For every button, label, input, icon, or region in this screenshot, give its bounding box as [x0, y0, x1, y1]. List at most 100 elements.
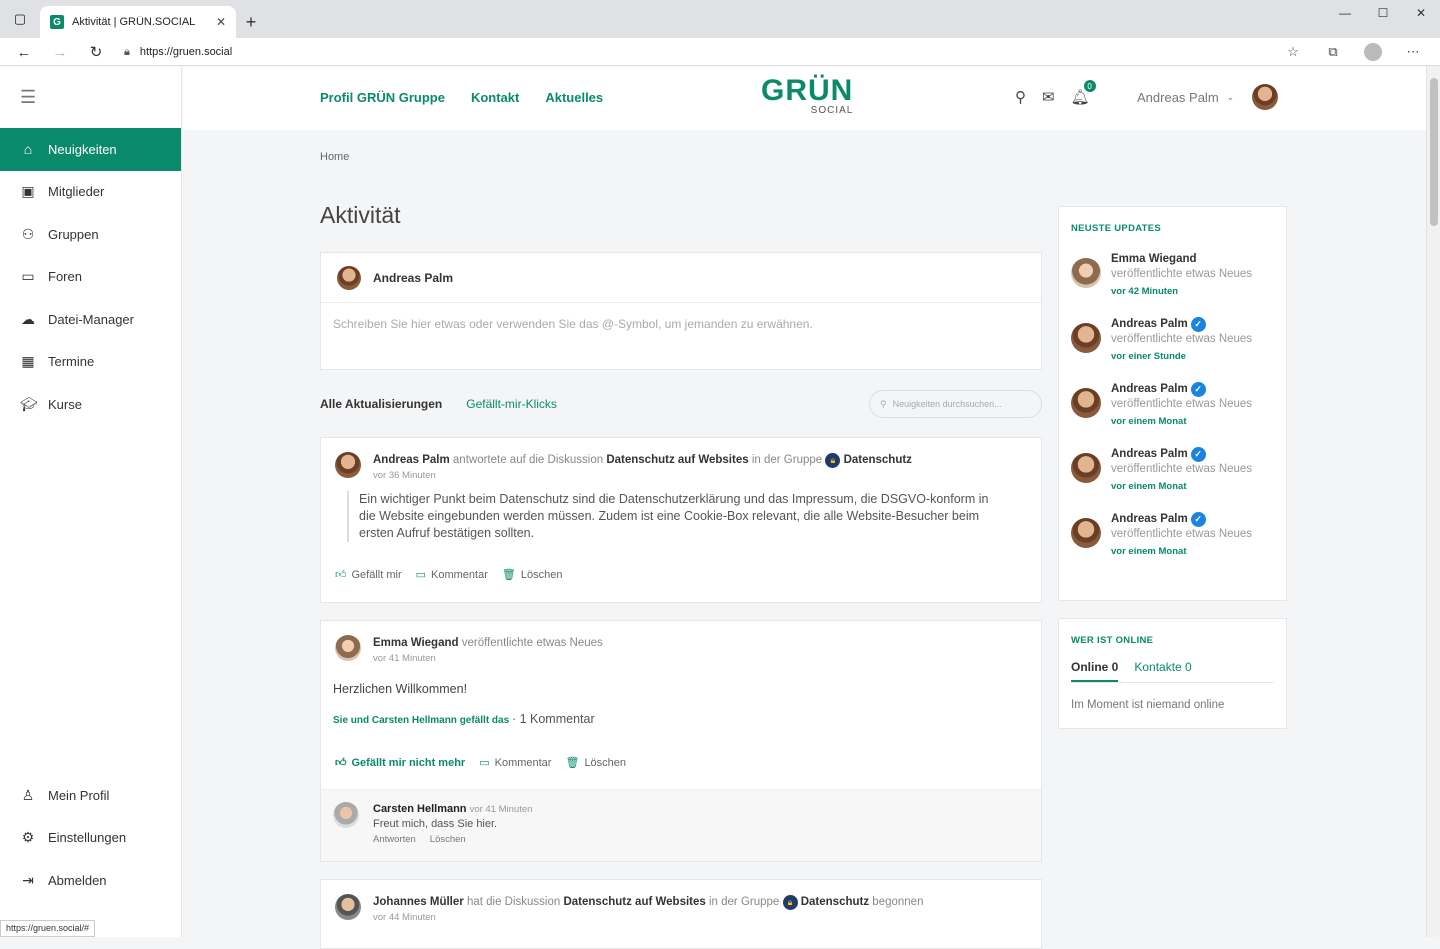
forward-icon[interactable]: →	[44, 39, 76, 65]
update-action: veröffentlichte etwas Neues	[1111, 398, 1253, 410]
sidebar-item-mitglieder[interactable]: ▣ Mitglieder	[0, 171, 181, 214]
update-time[interactable]: vor einem Monat	[1111, 479, 1252, 494]
collections-icon[interactable]: ⧉	[1314, 39, 1352, 65]
more-icon[interactable]: ⋯	[1394, 39, 1432, 65]
inbox-icon[interactable]: ✉	[1042, 88, 1055, 106]
post-header: Emma Wiegand veröffentlichte etwas Neues…	[321, 621, 1041, 664]
breadcrumb[interactable]: Home	[320, 151, 349, 163]
comment-button[interactable]: ▭ Kommentar	[479, 756, 551, 770]
update-name[interactable]: Andreas Palm ✓	[1111, 382, 1252, 397]
post-in-group: in der Gruppe	[751, 454, 823, 466]
comment-time: vor 41 Minuten	[469, 804, 533, 815]
tab-all-updates[interactable]: Alle Aktualisierungen	[320, 397, 442, 411]
update-name[interactable]: Andreas Palm ✓	[1111, 447, 1252, 462]
avatar	[1252, 84, 1279, 110]
update-name[interactable]: Andreas Palm ✓	[1111, 317, 1252, 332]
sidebar-item-kurse[interactable]: 🎓︎ Kurse	[0, 383, 181, 426]
avatar[interactable]	[1071, 388, 1101, 418]
site-logo[interactable]: GRÜN SOCIAL	[761, 76, 853, 117]
search-input[interactable]: ⚲ Neuigkeiten durchsuchen...	[869, 390, 1042, 418]
avatar[interactable]	[1071, 518, 1101, 548]
maximize-icon[interactable]: ☐	[1364, 0, 1402, 26]
bell-icon[interactable]: 🔔︎ 0	[1071, 80, 1096, 106]
comment-content: Carsten Hellmann vor 41 Minuten Freut mi…	[373, 802, 532, 861]
update-name[interactable]: Emma Wiegand	[1111, 252, 1252, 267]
unlike-button[interactable]: 👍︎ Gefällt mir nicht mehr	[335, 756, 465, 770]
scrollbar-thumb[interactable]	[1430, 78, 1438, 226]
update-name[interactable]: Andreas Palm ✓	[1111, 512, 1252, 527]
user-icon: ♙	[21, 786, 35, 803]
comment-text: Freut mich, dass Sie hier.	[373, 818, 498, 830]
comment-delete-button[interactable]: Löschen	[430, 832, 466, 847]
favorites-icon[interactable]: ☆	[1274, 39, 1312, 65]
profile-icon[interactable]	[1354, 39, 1392, 65]
new-tab-icon[interactable]: +	[236, 6, 266, 38]
post-topic[interactable]: Datenschutz auf Websites	[563, 896, 705, 908]
comment-button[interactable]: ▭ Kommentar	[416, 568, 488, 582]
sidebar-item-label: Mitglieder	[48, 184, 105, 200]
post-author[interactable]: Johannes Müller	[373, 896, 464, 908]
reply-button[interactable]: Antworten	[373, 832, 416, 847]
like-button[interactable]: 👍︎ Gefällt mir	[335, 568, 402, 582]
browser-tab[interactable]: G Aktivität | GRÜN.SOCIAL ✕	[40, 6, 236, 38]
sidebar-item-label: Mein Profil	[48, 787, 110, 803]
verified-icon: ✓	[1190, 382, 1206, 397]
post-group[interactable]: Datenschutz	[801, 896, 869, 908]
url-field[interactable]: 🔒︎ https://gruen.social	[116, 39, 1270, 65]
sidebar-item-gruppen[interactable]: ⚇ Gruppen	[0, 213, 181, 256]
page-scrollbar[interactable]	[1426, 66, 1440, 937]
likes-text[interactable]: Sie und Carsten Hellmann gefällt das	[333, 715, 509, 726]
update-name-text: Emma Wiegand	[1111, 253, 1197, 265]
avatar[interactable]	[335, 635, 361, 661]
post-author[interactable]: Andreas Palm	[373, 454, 450, 466]
delete-button[interactable]: 🗑︎ Löschen	[565, 756, 626, 770]
update-time[interactable]: vor einem Monat	[1111, 414, 1252, 429]
window-menu-icon[interactable]: ▢	[0, 0, 40, 38]
post-summary: Johannes Müller hat die Diskussion Daten…	[373, 894, 923, 910]
tab-likes[interactable]: Gefällt-mir-Klicks	[466, 397, 557, 411]
delete-button[interactable]: 🗑︎ Löschen	[502, 568, 563, 582]
tab-contacts[interactable]: Kontakte 0	[1134, 660, 1191, 682]
sidebar-item-einstellungen[interactable]: ⚙ Einstellungen	[0, 817, 181, 860]
comment-author[interactable]: Carsten Hellmann	[373, 803, 467, 815]
post-group[interactable]: Datenschutz	[844, 454, 912, 466]
avatar[interactable]	[335, 894, 361, 920]
avatar[interactable]	[1071, 258, 1101, 288]
nav-link-aktuelles[interactable]: Aktuelles	[545, 90, 603, 105]
sidebar-item-termine[interactable]: ▦ Termine	[0, 341, 181, 384]
reload-icon[interactable]: ↻	[80, 39, 112, 65]
comments-count[interactable]: 1 Kommentar	[520, 712, 595, 726]
post-time: vor 44 Minuten	[373, 912, 436, 923]
url-text: https://gruen.social	[139, 46, 233, 58]
sidebar-item-foren[interactable]: ▭ Foren	[0, 256, 181, 299]
update-time[interactable]: vor einem Monat	[1111, 544, 1252, 559]
nav-link-kontakt[interactable]: Kontakt	[471, 90, 519, 105]
post-topic[interactable]: Datenschutz auf Websites	[606, 454, 748, 466]
back-icon[interactable]: ←	[8, 39, 40, 65]
post-author[interactable]: Emma Wiegand	[373, 637, 459, 649]
avatar[interactable]	[1071, 323, 1101, 353]
search-icon[interactable]: ⚲	[1015, 88, 1026, 106]
menu-toggle-icon[interactable]: ☰	[0, 66, 181, 128]
update-time[interactable]: vor einer Stunde	[1111, 349, 1252, 364]
avatar	[337, 265, 361, 290]
sidebar-item-neuigkeiten[interactable]: ⌂ Neuigkeiten	[0, 128, 181, 171]
close-window-icon[interactable]: ✕	[1402, 0, 1440, 26]
chat-icon: ▭	[21, 268, 35, 285]
composer-input[interactable]: Schreiben Sie hier etwas oder verwenden …	[321, 303, 1041, 345]
update-time[interactable]: vor 42 Minuten	[1111, 284, 1252, 299]
nav-link-profil[interactable]: Profil GRÜN Gruppe	[320, 90, 445, 105]
sidebar-bottom: ♙ Mein Profil ⚙ Einstellungen ⇥ Abmelden	[0, 774, 181, 902]
close-tab-icon[interactable]: ✕	[216, 15, 226, 29]
sidebar-item-datei-manager[interactable]: ☁ Datei-Manager	[0, 298, 181, 341]
post-action: veröffentlichte etwas Neues	[461, 637, 603, 649]
tab-online[interactable]: Online 0	[1071, 660, 1119, 682]
avatar[interactable]	[333, 802, 359, 828]
minimize-icon[interactable]: —	[1326, 0, 1364, 26]
online-message: Im Moment ist niemand online	[1071, 699, 1225, 711]
sidebar-item-abmelden[interactable]: ⇥ Abmelden	[0, 859, 181, 902]
avatar[interactable]	[1071, 453, 1101, 483]
sidebar-item-mein-profil[interactable]: ♙ Mein Profil	[0, 774, 181, 817]
avatar[interactable]	[335, 452, 361, 478]
user-menu[interactable]: Andreas Palm ⌄	[1137, 84, 1279, 110]
